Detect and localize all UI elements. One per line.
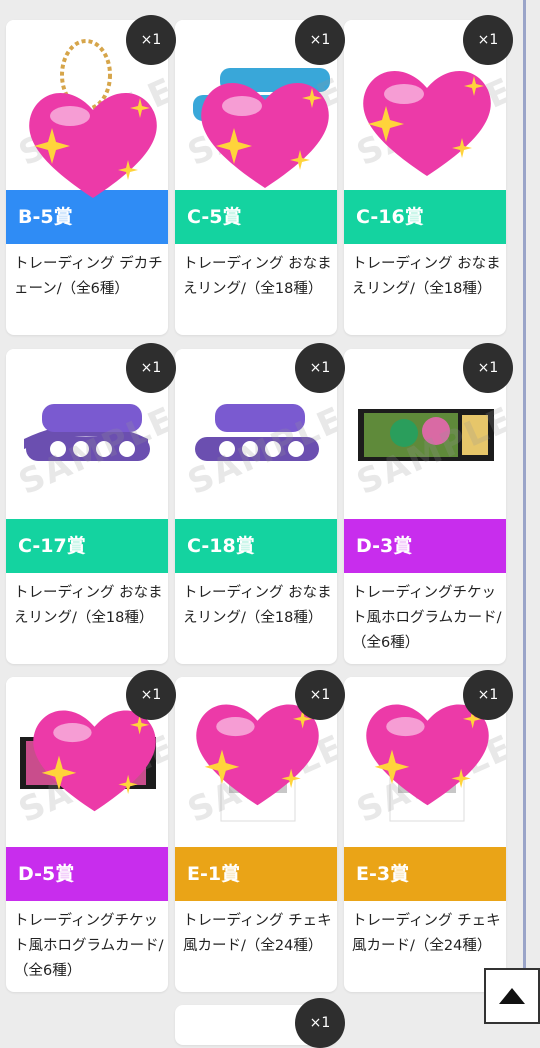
- prize-description: トレーディング デカチェーン/（全6種）: [14, 256, 163, 297]
- prize-description: トレーディング チェキ風カード/（全24種）: [183, 913, 332, 954]
- quantity-badge: ×1: [126, 15, 176, 65]
- prize-description: トレーディング チェキ風カード/（全24種）: [352, 913, 501, 954]
- quantity-badge: ×1: [295, 15, 345, 65]
- prize-banner: C-18賞: [175, 519, 337, 573]
- prize-card-d3[interactable]: SAMPLE D-3賞 トレーディングチケット風ホログラムカード/（全6種）: [344, 349, 506, 664]
- quantity-badge: ×1: [295, 343, 345, 393]
- quantity-badge: ×1: [295, 998, 345, 1048]
- prize-banner: E-3賞: [344, 847, 506, 901]
- quantity-badge: ×1: [126, 670, 176, 720]
- quantity-badge: ×1: [463, 343, 513, 393]
- prize-description: トレーディング おなまえリング/（全18種）: [183, 256, 332, 297]
- prize-description: トレーディング おなまえリング/（全18種）: [14, 585, 163, 626]
- prize-description: トレーディングチケット風ホログラムカード/（全6種）: [352, 585, 502, 651]
- prize-banner: C-5賞: [175, 190, 337, 244]
- sparkling-heart-icon: [201, 82, 329, 188]
- prize-banner: D-5賞: [6, 847, 168, 901]
- prize-banner: E-1賞: [175, 847, 337, 901]
- quantity-badge: ×1: [126, 343, 176, 393]
- quantity-badge: ×1: [463, 670, 513, 720]
- prize-banner: D-3賞: [344, 519, 506, 573]
- prize-description: トレーディングチケット風ホログラムカード/（全6種）: [14, 913, 164, 979]
- prize-card-c18[interactable]: SAMPLE C-18賞 トレーディング おなまえリング/（全18種）: [175, 349, 337, 664]
- prize-banner: C-17賞: [6, 519, 168, 573]
- scrollbar[interactable]: [523, 0, 526, 1024]
- sparkling-heart-icon: [363, 70, 491, 176]
- scroll-to-top-button[interactable]: [484, 968, 540, 1024]
- prize-card-c17[interactable]: SAMPLE C-17賞 トレーディング おなまえリング/（全18種）: [6, 349, 168, 664]
- quantity-badge: ×1: [295, 670, 345, 720]
- triangle-up-icon: [499, 988, 525, 1004]
- prize-description: トレーディング おなまえリング/（全18種）: [352, 256, 501, 297]
- prize-banner: C-16賞: [344, 190, 506, 244]
- quantity-badge: ×1: [463, 15, 513, 65]
- sparkling-heart-icon: [29, 92, 157, 198]
- prize-description: トレーディング おなまえリング/（全18種）: [183, 585, 332, 626]
